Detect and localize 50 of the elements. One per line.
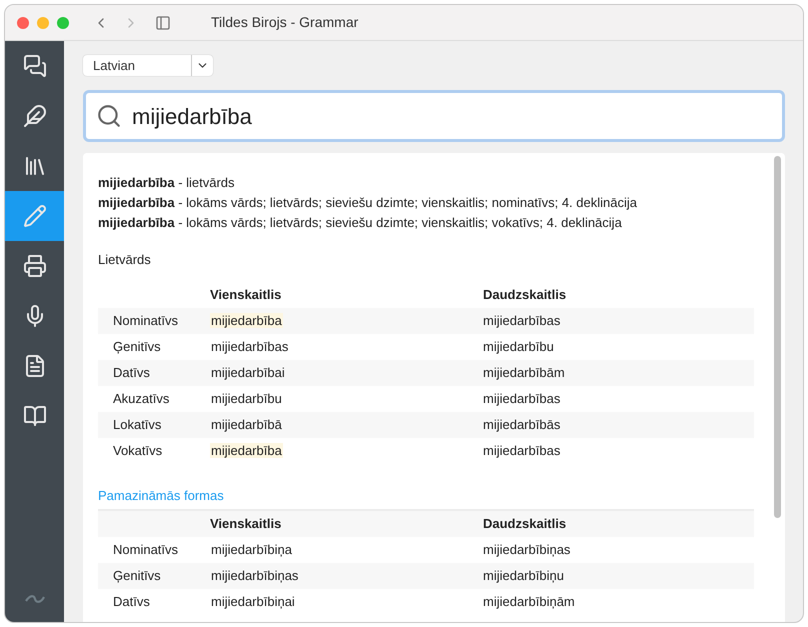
case-label: Ģenitīvs [112, 567, 162, 586]
column-header: Vienskaitlis [210, 286, 282, 304]
search-input[interactable]: mijiedarbība [132, 100, 772, 132]
table-cell: mijiedarbībiņas [210, 568, 300, 584]
search-icon [96, 103, 122, 129]
table-cell: mijiedarbībiņa [210, 542, 293, 558]
table-cell: mijiedarbībā [210, 416, 283, 432]
case-label: Datīvs [112, 364, 151, 382]
pencil-icon [22, 204, 46, 228]
definition-line: mijiedarbība - lietvārds [98, 174, 236, 192]
table-cell-text: mijiedarbības [483, 442, 562, 460]
search-field[interactable]: mijiedarbība [83, 90, 785, 142]
column-header: Daudzskaitlis [483, 515, 568, 534]
table-cell: mijiedarbībiņai [210, 594, 296, 610]
table-cell-text: mijiedarbībās [483, 416, 562, 434]
open-book-icon [22, 404, 46, 428]
case-label: Nominatīvs [112, 312, 180, 330]
printer-icon [22, 254, 46, 278]
table-cell: mijiedarbībai [210, 364, 286, 380]
table-cell-text: mijiedarbībiņām [483, 593, 576, 612]
definition-line: mijiedarbība - lokāms vārds; lietvārds; sieviešu dzimte; vienskaitlis; nominatīvs; 4. deklinācija [98, 194, 638, 212]
case-label: Lokatīvs [112, 416, 162, 434]
table-cell-text: mijiedarbību [483, 338, 555, 356]
case-label: Nominatīvs [112, 541, 180, 560]
table-cell: mijiedarbība [210, 312, 283, 328]
column-header: Vienskaitlis [210, 515, 282, 534]
table-cell: mijiedarbība [210, 442, 283, 458]
quill-icon [22, 104, 46, 128]
language-value: Latvian [92, 56, 136, 75]
language-dropdown[interactable]: Latvian [83, 55, 213, 76]
table-cell: mijiedarbību [210, 390, 283, 406]
section-title: Lietvārds [98, 252, 151, 267]
sidebar-toggle-icon[interactable] [155, 14, 171, 30]
close-icon[interactable] [17, 16, 29, 28]
table-cell-text: mijiedarbības [483, 390, 562, 408]
table-cell-text: mijiedarbībām [483, 364, 566, 382]
table-cell-text: mijiedarbībiņu [483, 567, 565, 586]
case-label: Vokatīvs [112, 442, 164, 460]
case-label: Datīvs [112, 593, 151, 612]
table-cell-text: mijiedarbības [483, 312, 562, 330]
tilde-wave-icon[interactable] [24, 594, 46, 604]
table-cell-text: mijiedarbībiņas [483, 541, 572, 560]
definition-line: mijiedarbība - lokāms vārds; lietvārds; sieviešu dzimte; vienskaitlis; vokatīvs; 4. deklinācija [98, 214, 623, 232]
window-title: Tildes Birojs - Grammar [211, 13, 358, 32]
case-label: Ģenitīvs [112, 338, 162, 356]
table-cell: mijiedarbības [210, 338, 290, 354]
scrollbar-thumb[interactable] [774, 156, 780, 518]
case-label: Akuzatīvs [112, 390, 170, 408]
chat-bubbles-icon [22, 54, 46, 78]
column-header: Daudzskaitlis [483, 286, 568, 304]
